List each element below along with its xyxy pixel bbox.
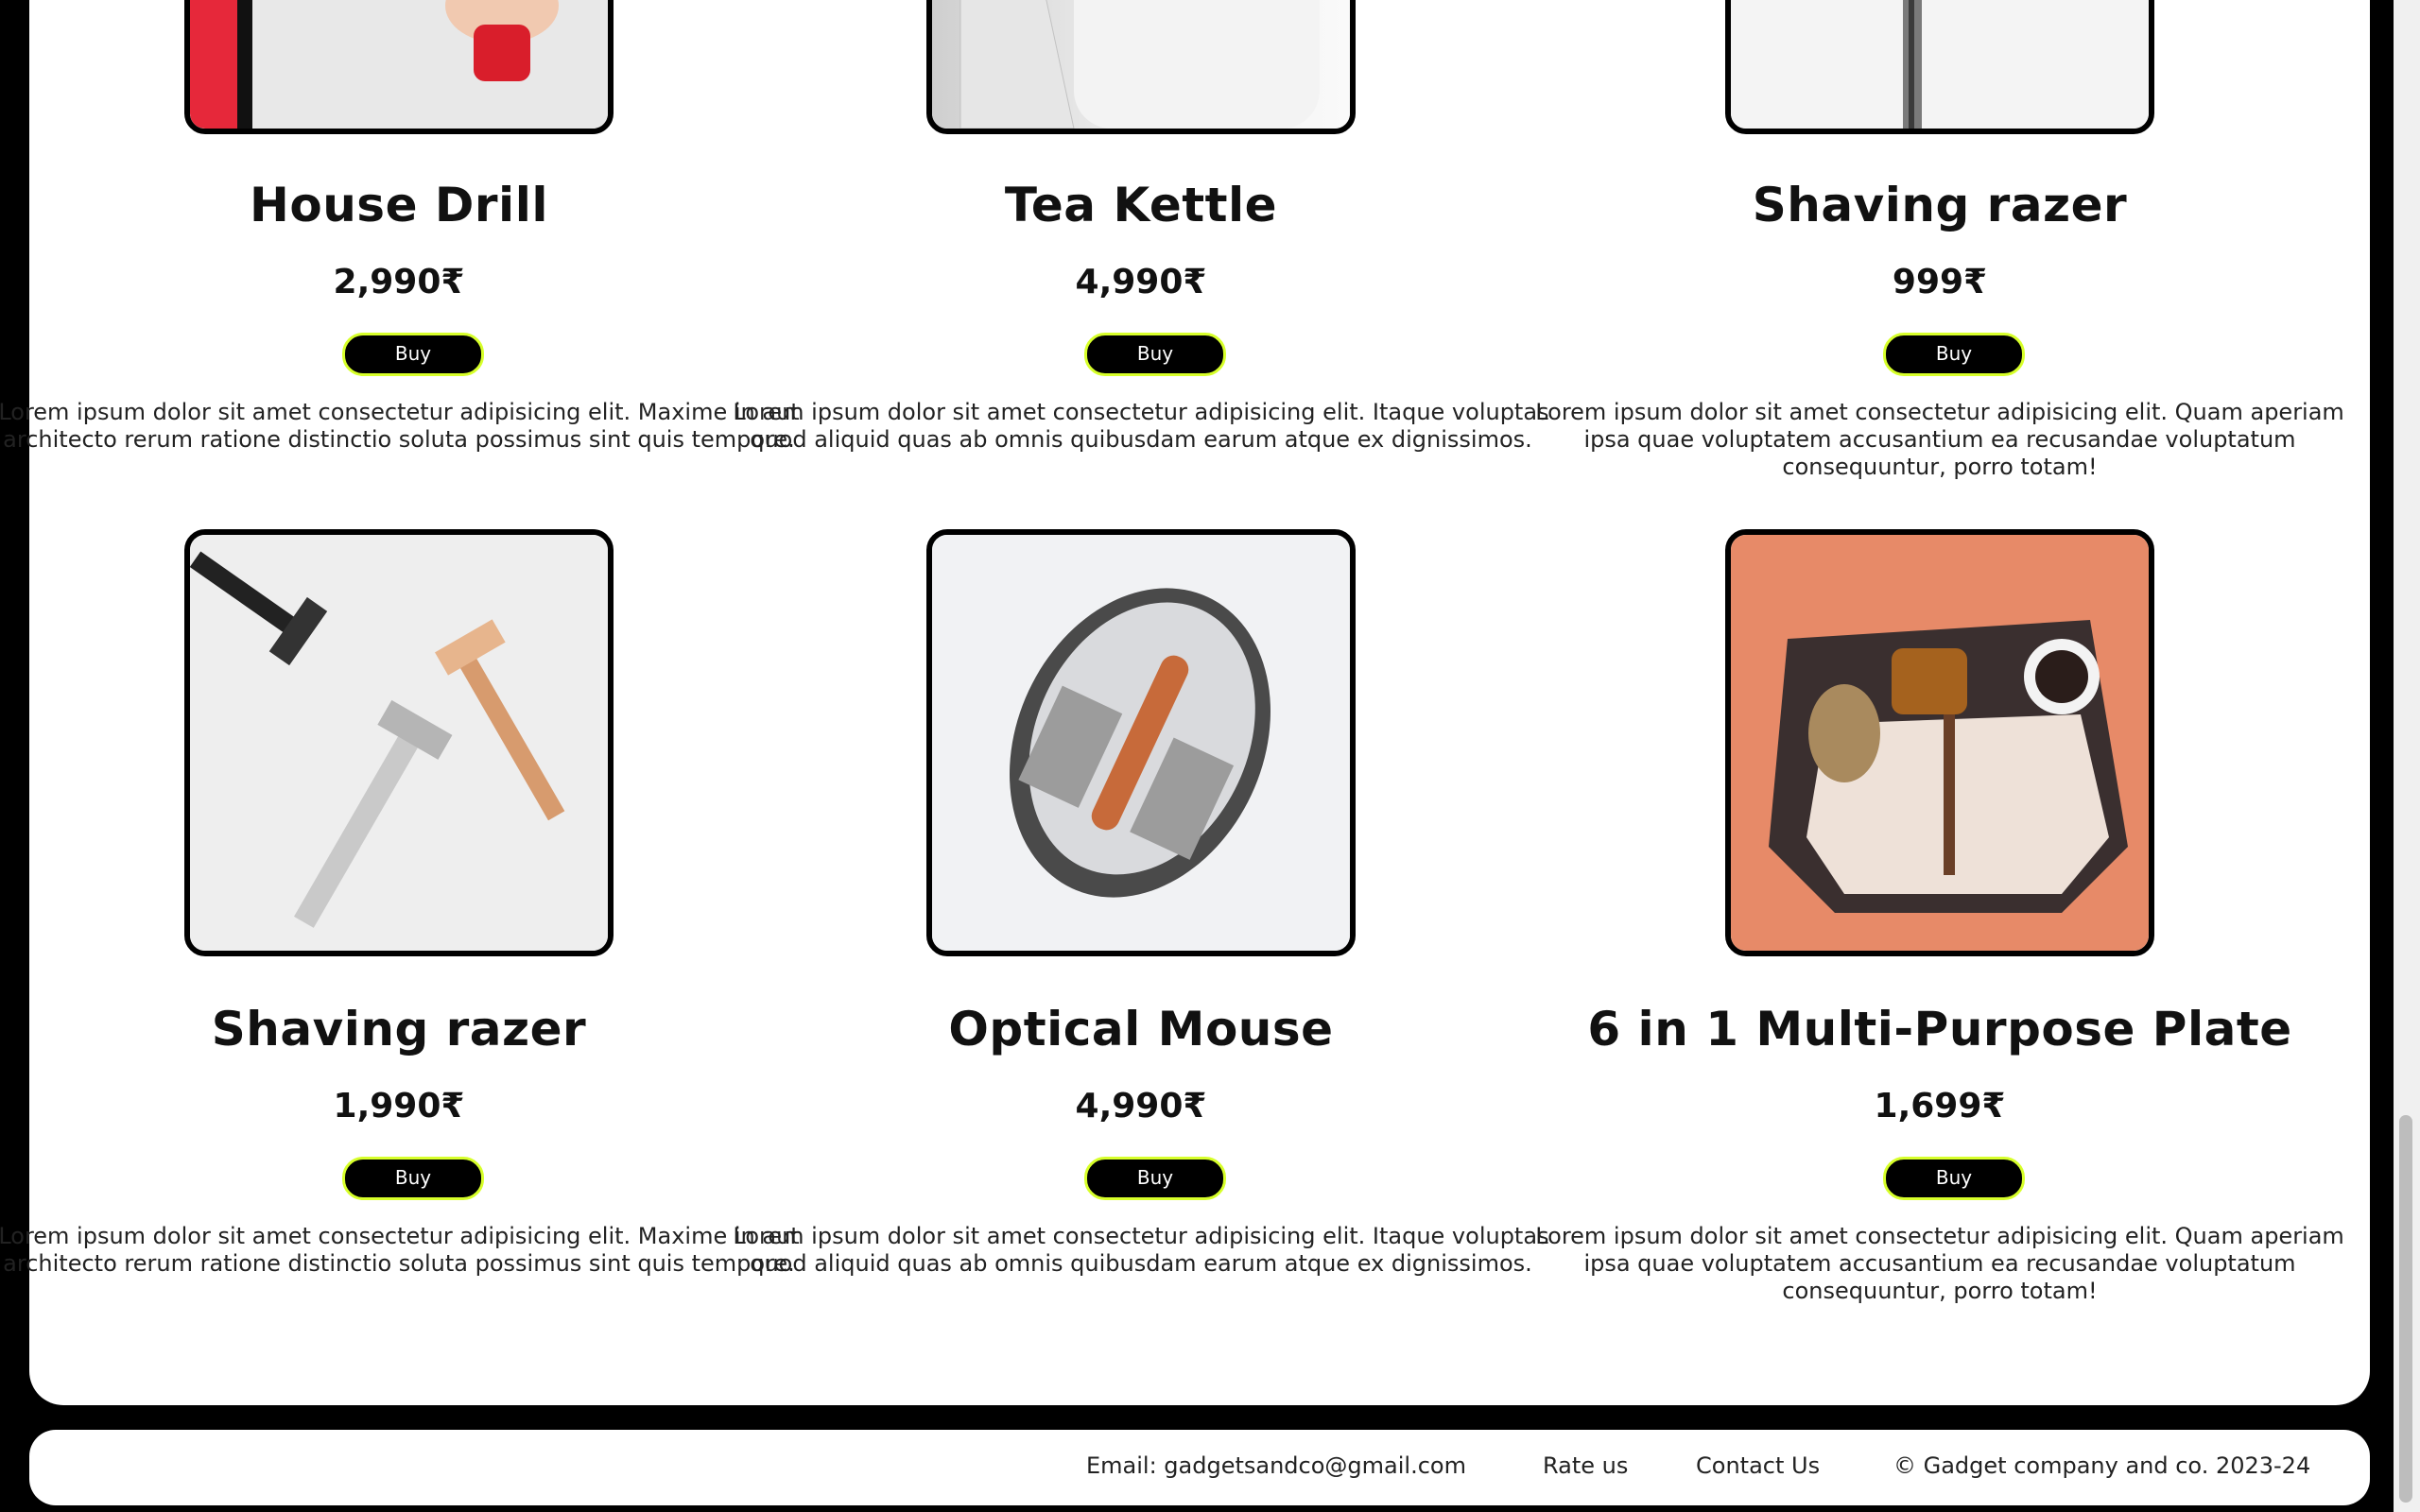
product-image-house-drill[interactable] [184,0,614,134]
product-name: Tea Kettle [1004,178,1278,232]
product-description: Lorem ipsum dolor sit amet consectetur a… [733,1223,1549,1277]
buy-button[interactable]: Buy [1084,1157,1226,1200]
footer-email[interactable]: Email: gadgetsandco@gmail.com [1086,1452,1466,1479]
buy-button[interactable]: Buy [342,333,484,376]
footer-contact-us[interactable]: Contact Us [1696,1452,1820,1479]
product-price: 999₹ [1892,263,1988,301]
page-scrollbar[interactable] [2394,0,2420,1512]
product-price: 4,990₹ [1075,1087,1207,1125]
site-footer: Email: gadgetsandco@gmail.com Rate us Co… [29,1430,2370,1505]
buy-button[interactable]: Buy [1883,333,2025,376]
product-name: Shaving razer [1752,178,2128,232]
buy-button[interactable]: Buy [1883,1157,2025,1200]
footer-copyright: © Gadget company and co. 2023-24 [1893,1452,2311,1479]
product-name: 6 in 1 Multi-Purpose Plate [1587,1002,2292,1057]
product-description: Lorem ipsum dolor sit amet consectetur a… [733,399,1549,453]
product-name: Shaving razer [211,1002,587,1057]
product-image-tea-kettle[interactable] [926,0,1356,134]
product-image-razors[interactable] [184,529,614,956]
product-description: Lorem ipsum dolor sit amet consectetur a… [0,1223,800,1277]
product-image-multi-purpose-plate[interactable] [1725,529,2154,956]
product-description: Lorem ipsum dolor sit amet consectetur a… [1535,399,2344,480]
product-description: Lorem ipsum dolor sit amet consectetur a… [1535,1223,2344,1304]
product-price: 1,699₹ [1874,1087,2006,1125]
product-price: 2,990₹ [333,263,465,301]
product-image-shaving-razer[interactable] [1725,0,2154,134]
product-price: 1,990₹ [333,1087,465,1125]
product-name: House Drill [250,178,548,232]
product-name: Optical Mouse [948,1002,1334,1057]
product-image-optical-mouse[interactable] [926,529,1356,956]
footer-rate-us[interactable]: Rate us [1543,1452,1628,1479]
buy-button[interactable]: Buy [342,1157,484,1200]
product-description: Lorem ipsum dolor sit amet consectetur a… [0,399,800,453]
scrollbar-thumb[interactable] [2399,1115,2412,1503]
buy-button[interactable]: Buy [1084,333,1226,376]
product-price: 4,990₹ [1075,263,1207,301]
